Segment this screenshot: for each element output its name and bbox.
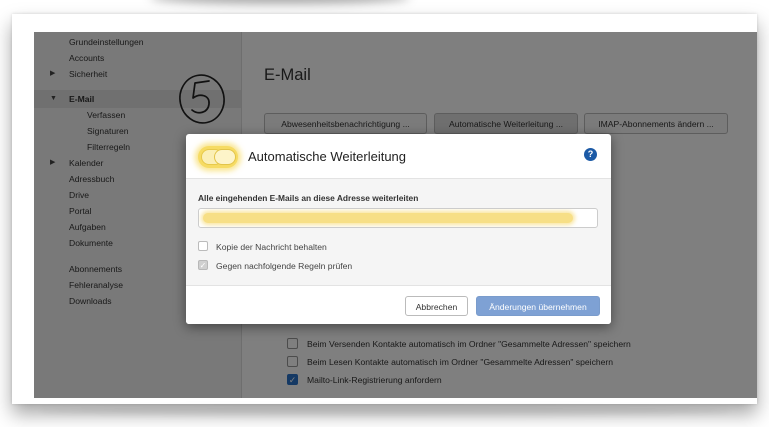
forward-address-input[interactable] xyxy=(198,208,598,228)
redacted-email-highlight xyxy=(203,213,573,223)
help-icon[interactable]: ? xyxy=(584,148,597,161)
cancel-button[interactable]: Abbrechen xyxy=(405,296,468,316)
handwritten-five-annotation: 5 xyxy=(176,69,225,124)
toggle-knob xyxy=(214,149,236,165)
dialog-title: Automatische Weiterleitung xyxy=(248,149,407,164)
dialog-header: Automatische Weiterleitung ? xyxy=(186,134,611,179)
checkbox-label: Gegen nachfolgende Regeln prüfen xyxy=(216,261,353,271)
page-bottom-shadow xyxy=(40,406,730,416)
check-rules-checkbox[interactable]: ✓ xyxy=(198,260,208,270)
apply-changes-button[interactable]: Änderungen übernehmen xyxy=(476,296,600,316)
auto-forward-toggle[interactable] xyxy=(198,146,238,168)
auto-forward-dialog: Automatische Weiterleitung ? Alle eingeh… xyxy=(186,134,611,324)
dialog-body: Alle eingehenden E-Mails an diese Adress… xyxy=(186,179,611,285)
annotation-number: 5 xyxy=(176,69,177,70)
checkbox-label: Kopie der Nachricht behalten xyxy=(216,242,327,252)
keep-copy-checkbox[interactable] xyxy=(198,241,208,251)
dialog-footer: Abbrechen Änderungen übernehmen xyxy=(186,285,611,324)
forward-address-label: Alle eingehenden E-Mails an diese Adress… xyxy=(198,193,419,203)
